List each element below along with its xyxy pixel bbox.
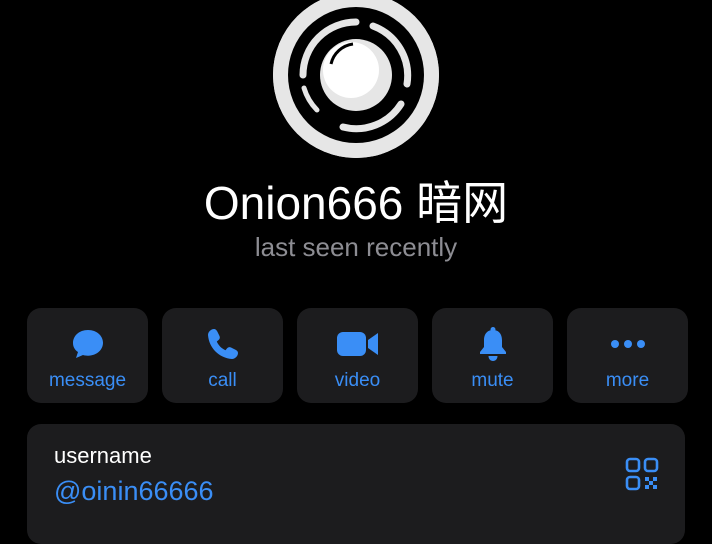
ellipsis-icon (608, 326, 648, 362)
phone-icon (206, 326, 240, 362)
message-label: message (48, 370, 127, 391)
mute-label: mute (471, 370, 514, 391)
message-button[interactable]: message (27, 308, 148, 403)
video-button[interactable]: video (297, 308, 418, 403)
username-value[interactable]: @oinin66666 (54, 475, 214, 507)
onion-logo-icon (273, 0, 439, 158)
qr-code-icon[interactable] (625, 457, 659, 491)
avatar[interactable] (273, 0, 439, 158)
info-card: username @oinin66666 (27, 424, 685, 544)
mute-button[interactable]: mute (432, 308, 553, 403)
contact-name: Onion666 暗网 (203, 177, 509, 229)
video-camera-icon (336, 326, 380, 362)
call-label: call (208, 370, 237, 391)
call-button[interactable]: call (162, 308, 283, 403)
message-bubble-icon (71, 326, 105, 362)
action-bar: message call video mute more (27, 308, 688, 403)
last-seen-status: last seen recently (254, 232, 458, 262)
more-label: more (605, 370, 650, 391)
username-label: username (54, 443, 152, 468)
more-button[interactable]: more (567, 308, 688, 403)
video-label: video (334, 370, 381, 391)
bell-icon (476, 326, 510, 362)
